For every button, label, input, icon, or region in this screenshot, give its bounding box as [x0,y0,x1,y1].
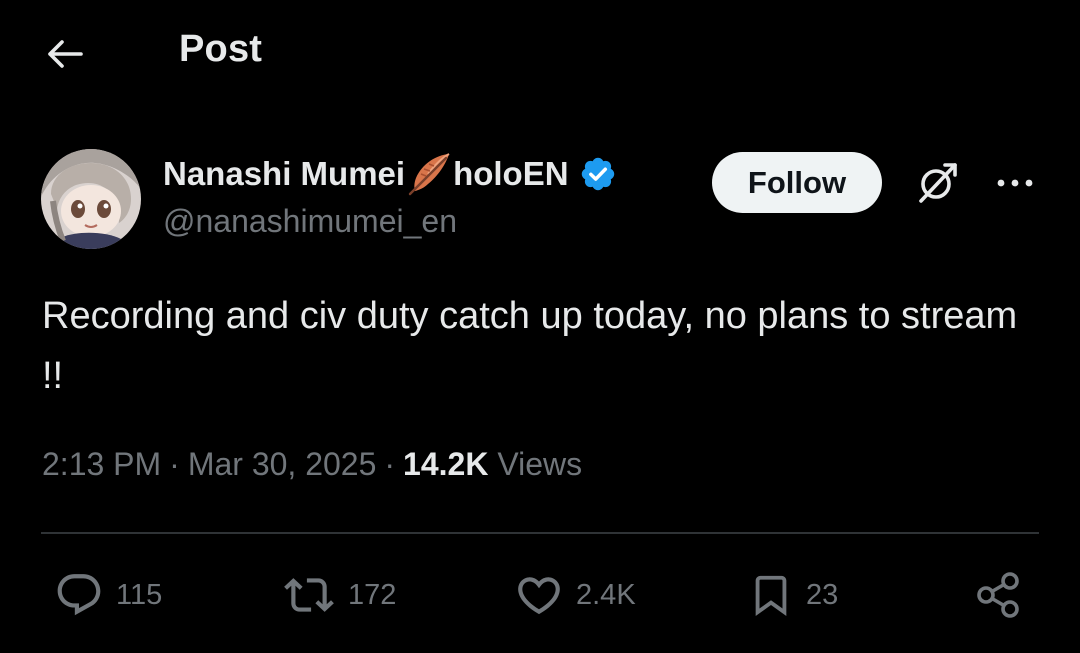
views-count: 14.2K [403,446,489,482]
post-date[interactable]: Mar 30, 2025 [188,446,377,482]
bookmark-icon [755,575,787,616]
views-label: Views [497,446,583,482]
post-page: Post Nanashi Mumei holoEN @nanashimumei_… [0,0,1080,653]
repost-icon [284,578,334,612]
share-icon [977,572,1019,618]
feather-icon [406,152,452,196]
bookmark-button[interactable]: 23 [748,566,838,624]
back-button[interactable] [40,30,88,78]
reply-button[interactable]: 115 [54,566,162,624]
repost-button[interactable]: 172 [282,566,396,624]
grok-icon [919,163,957,203]
heart-icon [518,577,560,615]
reply-count: 115 [116,578,163,611]
page-title: Post [179,28,263,70]
author-handle[interactable]: @nanashimumei_en [163,203,457,240]
share-button[interactable] [974,566,1024,624]
post-time[interactable]: 2:13 PM [42,446,161,482]
arrow-left-icon [48,40,83,68]
bookmark-count: 23 [806,578,839,611]
avatar[interactable] [41,149,141,249]
reply-icon [57,574,101,616]
display-name: Nanashi Mumei [163,155,406,192]
top-bar: Post [0,0,1080,104]
display-name-suffix: holoEN [453,155,569,192]
meta-separator: · [384,446,396,482]
repost-count: 172 [348,578,397,611]
divider [41,532,1039,534]
more-horizontal-icon [997,179,1033,187]
meta-separator: · [169,446,180,482]
like-button[interactable]: 2.4K [514,566,636,624]
avatar-image [41,149,141,249]
verified-badge-icon [579,155,617,193]
author-name[interactable]: Nanashi Mumei holoEN [163,152,617,196]
post-meta: 2:13 PM · Mar 30, 2025 · 14.2K Views [42,446,582,483]
grok-button[interactable] [910,156,964,210]
more-options-button[interactable] [990,160,1040,206]
follow-button[interactable]: Follow [712,152,882,213]
post-text: Recording and civ duty catch up today, n… [42,295,1018,397]
like-count: 2.4K [576,578,636,611]
